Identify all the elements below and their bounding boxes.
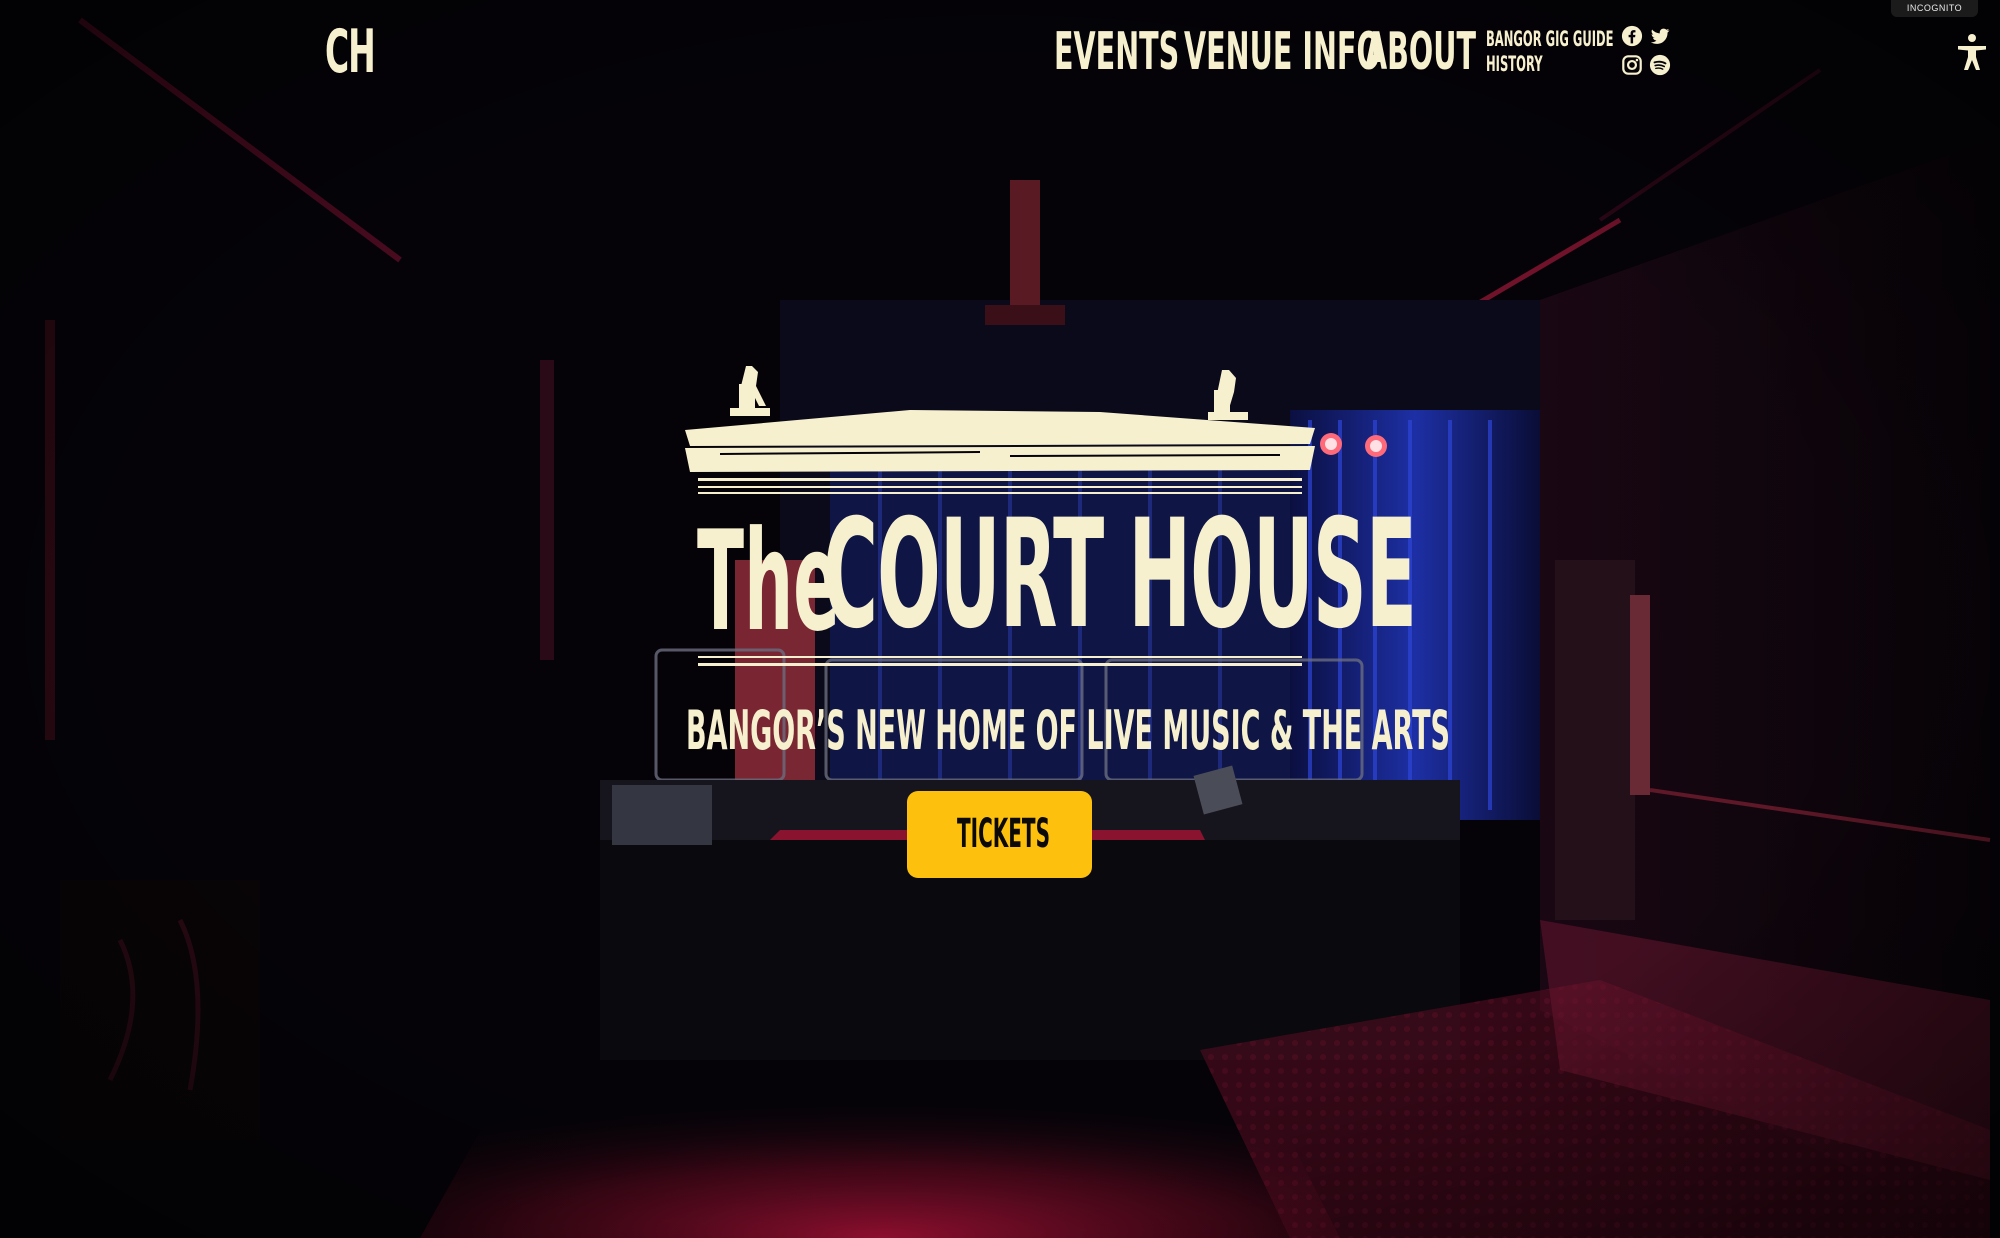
nav-events-link[interactable]: EVENTS	[1054, 24, 1179, 80]
facebook-icon[interactable]	[1621, 25, 1643, 47]
tickets-button-label: TICKETS	[957, 811, 1050, 857]
nav-bangor-gig-guide-link[interactable]: BANGOR GIG GUIDE	[1486, 28, 1614, 50]
nav-about-link[interactable]: ABOUT	[1365, 24, 1476, 80]
incognito-badge: INCOGNITO	[1891, 0, 1978, 17]
hero-subtitle: BANGOR’S NEW HOME OF LIVE MUSIC & THE AR…	[686, 699, 1450, 762]
spotify-icon[interactable]	[1649, 54, 1671, 76]
page-title-prefix: The	[697, 501, 840, 662]
twitter-icon[interactable]	[1649, 25, 1671, 47]
instagram-icon[interactable]	[1621, 54, 1643, 76]
nav-history-link[interactable]: HISTORY	[1486, 53, 1543, 75]
tickets-button[interactable]: TICKETS	[907, 791, 1092, 878]
nav-venue-info-link[interactable]: VENUE INFO	[1184, 24, 1381, 80]
page-title-main: COURT HOUSE	[823, 488, 1417, 662]
accessibility-icon[interactable]	[1950, 30, 1994, 74]
site-logo[interactable]: CH	[325, 22, 376, 82]
